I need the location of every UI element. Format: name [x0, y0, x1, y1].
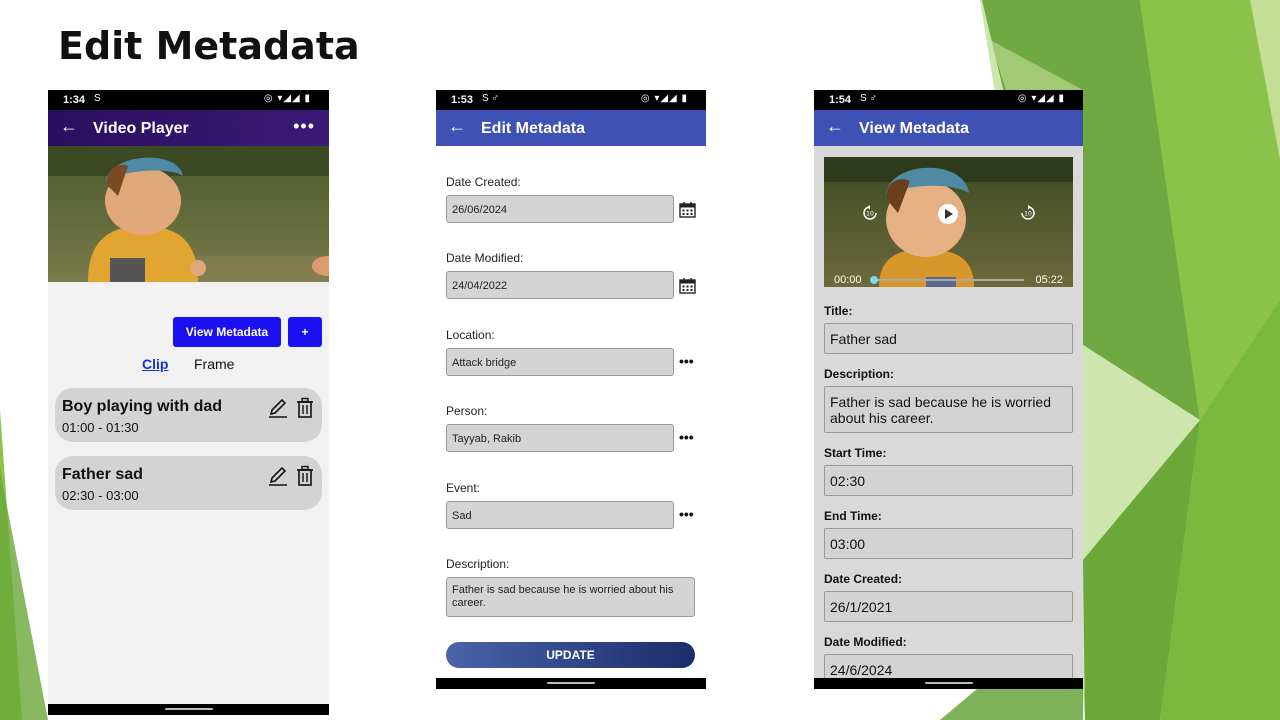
- status-time: 1:34: [63, 94, 86, 106]
- calendar-icon[interactable]: [679, 277, 696, 294]
- calendar-icon[interactable]: [679, 201, 696, 218]
- edit-metadata-screen: 1:53 S ♂ ◎ ▾◢◢ ▮ ← Edit Metadata Date Cr…: [436, 90, 706, 689]
- clip-time-range: 01:00 - 01:30: [62, 420, 139, 435]
- clip-list-item[interactable]: Father sad 02:30 - 03:00: [55, 456, 322, 510]
- edit-pencil-icon[interactable]: [268, 465, 288, 487]
- svg-text:10: 10: [866, 211, 874, 218]
- video-duration: 05:22: [1035, 274, 1063, 286]
- video-seek-bar[interactable]: [872, 279, 1024, 281]
- more-options-icon[interactable]: •••: [293, 116, 315, 137]
- status-bar: 1:34 S ◎ ▾◢◢ ▮: [48, 90, 329, 110]
- date-modified-field[interactable]: 24/04/2022: [446, 271, 674, 299]
- status-right-icons: ◎ ▾◢◢ ▮: [640, 93, 688, 104]
- date-created-field[interactable]: 26/06/2024: [446, 195, 674, 223]
- app-bar-title: Edit Metadata: [481, 120, 586, 137]
- start-time-label: Start Time:: [824, 446, 887, 460]
- edit-pencil-icon[interactable]: [268, 397, 288, 419]
- clip-title: Boy playing with dad: [62, 398, 223, 415]
- description-label: Description:: [824, 367, 895, 381]
- event-field[interactable]: Sad: [446, 501, 674, 529]
- clip-title: Father sad: [62, 466, 143, 483]
- status-left-icons: S ♂: [860, 93, 877, 104]
- home-gesture-handle[interactable]: [547, 682, 595, 684]
- title-label: Title:: [824, 304, 853, 318]
- clip-time-range: 02:30 - 03:00: [62, 488, 139, 503]
- event-label: Event:: [446, 481, 481, 495]
- status-right-icons: ◎ ▾◢◢ ▮: [1017, 93, 1065, 104]
- update-button[interactable]: UPDATE: [446, 642, 695, 668]
- view-metadata-button[interactable]: View Metadata: [173, 317, 281, 347]
- video-current-time: 00:00: [834, 274, 862, 286]
- person-field[interactable]: Tayyab, Rakib: [446, 424, 674, 452]
- title-value[interactable]: Father sad: [824, 323, 1073, 354]
- app-bar: ← Edit Metadata: [436, 110, 706, 146]
- slide-title: Edit Metadata: [58, 24, 360, 68]
- date-created-label: Date Created:: [824, 572, 903, 586]
- status-time: 1:54: [829, 94, 852, 106]
- navigation-bar: [48, 704, 329, 715]
- status-bar: 1:53 S ♂ ◎ ▾◢◢ ▮: [436, 90, 706, 110]
- date-created-label: Date Created:: [446, 175, 521, 189]
- back-arrow-icon[interactable]: ←: [448, 116, 466, 137]
- view-metadata-screen: 1:54 S ♂ ◎ ▾◢◢ ▮ ← View Metadata 10 10 0…: [814, 90, 1083, 689]
- app-bar: ← Video Player •••: [48, 110, 329, 146]
- forward-10-icon[interactable]: 10: [1020, 205, 1036, 221]
- add-button[interactable]: +: [288, 317, 322, 347]
- end-time-label: End Time:: [824, 509, 882, 523]
- date-created-value[interactable]: 26/1/2021: [824, 591, 1073, 622]
- clip-list-item[interactable]: Boy playing with dad 01:00 - 01:30: [55, 388, 322, 442]
- video-seek-handle[interactable]: [870, 276, 878, 284]
- status-right-icons: ◎ ▾◢◢ ▮: [263, 93, 311, 104]
- description-value[interactable]: Father is sad because he is worried abou…: [824, 386, 1073, 433]
- delete-trash-icon[interactable]: [295, 397, 315, 419]
- person-more-icon[interactable]: •••: [679, 429, 694, 445]
- app-bar-title: Video Player: [93, 120, 189, 137]
- video-frame-illustration: [48, 146, 329, 282]
- delete-trash-icon[interactable]: [295, 465, 315, 487]
- location-label: Location:: [446, 328, 495, 342]
- rewind-10-icon[interactable]: 10: [862, 205, 878, 221]
- tab-clip[interactable]: Clip: [142, 356, 168, 372]
- play-icon[interactable]: [937, 203, 959, 225]
- home-gesture-handle[interactable]: [164, 708, 213, 710]
- app-bar-title: View Metadata: [859, 120, 969, 137]
- description-field[interactable]: Father is sad because he is worried abou…: [446, 577, 695, 617]
- status-bar: 1:54 S ♂ ◎ ▾◢◢ ▮: [814, 90, 1083, 110]
- video-player[interactable]: 10 10 00:00 05:22: [824, 157, 1073, 287]
- navigation-bar: [814, 678, 1083, 689]
- back-arrow-icon[interactable]: ←: [826, 116, 844, 137]
- location-more-icon[interactable]: •••: [679, 353, 694, 369]
- app-bar: ← View Metadata: [814, 110, 1083, 146]
- status-left-icons: S ♂: [482, 93, 499, 104]
- status-time: 1:53: [451, 94, 474, 106]
- video-preview[interactable]: [48, 146, 329, 282]
- svg-text:10: 10: [1024, 211, 1032, 218]
- end-time-value[interactable]: 03:00: [824, 528, 1073, 559]
- description-label: Description:: [446, 557, 510, 571]
- location-field[interactable]: Attack bridge: [446, 348, 674, 376]
- date-modified-label: Date Modified:: [824, 635, 907, 649]
- tab-frame[interactable]: Frame: [194, 356, 234, 372]
- event-more-icon[interactable]: •••: [679, 506, 694, 522]
- date-modified-label: Date Modified:: [446, 251, 524, 265]
- status-left-icons: S: [94, 93, 101, 104]
- navigation-bar: [436, 678, 706, 689]
- video-player-screen: 1:34 S ◎ ▾◢◢ ▮ ← Video Player ••• View M: [48, 90, 329, 715]
- start-time-value[interactable]: 02:30: [824, 465, 1073, 496]
- home-gesture-handle[interactable]: [924, 682, 973, 684]
- person-label: Person:: [446, 404, 488, 418]
- back-arrow-icon[interactable]: ←: [60, 116, 78, 137]
